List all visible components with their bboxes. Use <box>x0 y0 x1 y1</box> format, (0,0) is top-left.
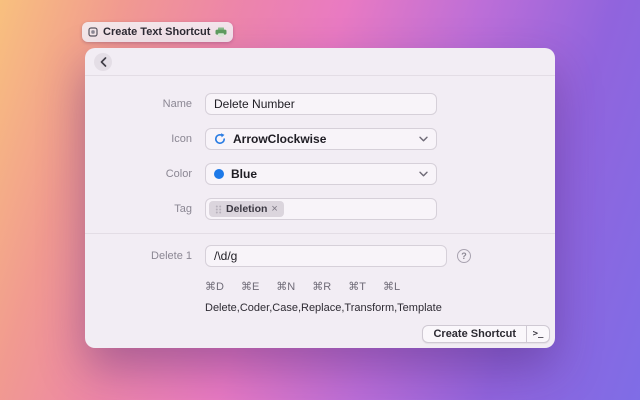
icon-row: Icon ArrowClockwise <box>85 128 555 150</box>
icon-label: Icon <box>85 133 192 145</box>
window-tab[interactable]: Create Text Shortcut <box>82 22 233 42</box>
terminal-icon: >_ <box>533 329 544 339</box>
grip-dots-icon <box>215 205 222 214</box>
tab-title: Create Text Shortcut <box>103 26 210 38</box>
tag-label: Tag <box>85 203 192 215</box>
name-row: Name <box>85 93 555 115</box>
name-input[interactable] <box>205 93 437 115</box>
arrow-clockwise-icon <box>214 133 226 145</box>
window-footer: Create Shortcut >_ <box>422 325 550 343</box>
shortcut-key: ⌘D <box>205 280 224 293</box>
shortcut-key: ⌘E <box>241 280 259 293</box>
terminal-button[interactable]: >_ <box>527 326 549 342</box>
color-select[interactable]: Blue <box>205 163 437 185</box>
delete1-row: Delete 1 ? <box>85 245 555 267</box>
create-shortcut-window: Name Icon ArrowClockwise <box>85 48 555 348</box>
tag-chip: Deletion × <box>209 201 284 217</box>
chevron-left-icon <box>100 57 107 67</box>
chevron-down-icon <box>419 136 428 142</box>
back-button[interactable] <box>94 53 112 71</box>
shortcut-key: ⌘R <box>312 280 331 293</box>
icon-select-value: ArrowClockwise <box>233 132 412 146</box>
desktop-background: Create Text Shortcut Name Icon <box>0 0 640 400</box>
shortcut-key: ⌘T <box>348 280 366 293</box>
color-select-value: Blue <box>231 167 412 181</box>
color-label: Color <box>85 168 192 180</box>
name-label: Name <box>85 98 192 110</box>
tag-input[interactable]: Deletion × <box>205 198 437 220</box>
shortcut-key: ⌘L <box>383 280 400 293</box>
printer-icon[interactable] <box>215 27 227 38</box>
create-shortcut-button[interactable]: Create Shortcut <box>423 326 526 342</box>
shortcut-key: ⌘N <box>276 280 295 293</box>
delete1-input[interactable] <box>205 245 447 267</box>
tags-description: Delete,Coder,Case,Replace,Transform,Temp… <box>205 302 555 314</box>
window-header <box>85 48 555 76</box>
blue-color-swatch <box>214 169 224 179</box>
tag-row: Tag Deletion × <box>85 198 555 220</box>
keyboard-shortcuts: ⌘D ⌘E ⌘N ⌘R ⌘T ⌘L <box>205 280 555 293</box>
window-icon <box>88 27 98 37</box>
create-shortcut-button-group: Create Shortcut >_ <box>422 325 550 343</box>
section-divider <box>85 233 555 234</box>
delete1-label: Delete 1 <box>85 250 192 262</box>
tag-chip-label: Deletion <box>226 203 267 215</box>
chevron-down-icon <box>419 171 428 177</box>
color-row: Color Blue <box>85 163 555 185</box>
shortcut-form: Name Icon ArrowClockwise <box>85 76 555 314</box>
help-icon[interactable]: ? <box>457 249 471 263</box>
remove-tag-icon[interactable]: × <box>271 204 277 215</box>
icon-select[interactable]: ArrowClockwise <box>205 128 437 150</box>
